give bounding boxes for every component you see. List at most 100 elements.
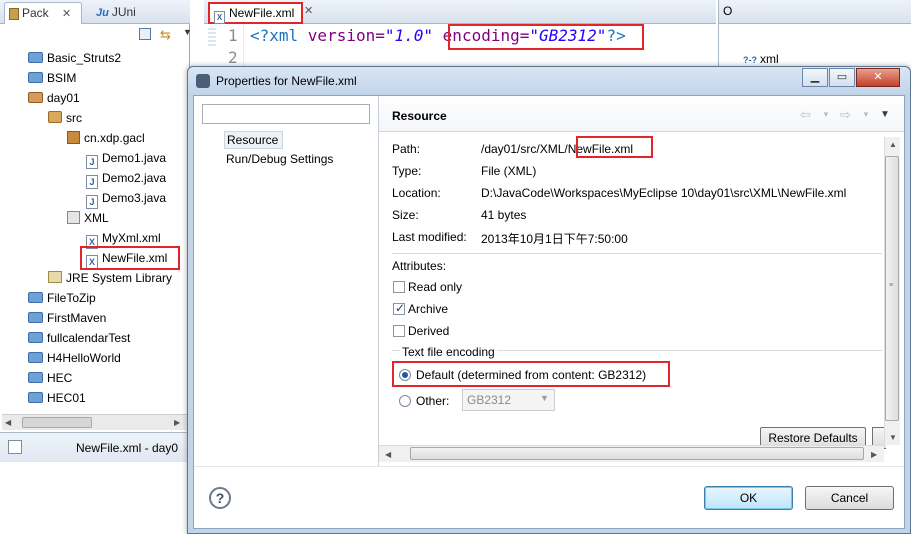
outline-view: ?-? xml <box>718 24 911 70</box>
change-ruler <box>208 28 216 48</box>
tree-item[interactable]: XML <box>67 208 109 228</box>
package-explorer-toolbar: ⇆ ▼ <box>0 24 192 46</box>
tree-item-label: FirstMaven <box>47 311 107 325</box>
archive-checkbox[interactable] <box>393 301 405 315</box>
scrollbar-thumb[interactable] <box>22 417 92 428</box>
derived-label[interactable]: Derived <box>408 324 449 338</box>
highlight-box <box>448 24 644 50</box>
tab-outline[interactable]: O <box>723 4 732 18</box>
grip-icon: ≡ <box>889 282 894 289</box>
dialog-button-bar <box>194 466 904 528</box>
type-value: File (XML) <box>481 164 537 178</box>
close-icon[interactable]: ✕ <box>304 4 313 17</box>
tree-item-label: BSIM <box>47 71 77 85</box>
tree-item[interactable]: fullcalendarTest <box>28 328 130 348</box>
link-editor-icon[interactable]: ⇆ <box>160 27 171 43</box>
tab-label: NewFile.xml <box>229 6 295 20</box>
location-value: D:\JavaCode\Workspaces\MyEclipse 10\day0… <box>481 186 847 200</box>
tree-item[interactable]: J Demo2.java <box>86 168 167 189</box>
tree-item[interactable]: FileToZip <box>28 288 96 308</box>
separator <box>392 253 882 254</box>
tree-item-label: Demo1.java <box>102 151 167 165</box>
tree-item[interactable]: J Demo1.java <box>86 148 167 169</box>
tree-item-label: src <box>66 111 82 125</box>
line-number-gutter <box>204 24 244 70</box>
package-explorer-tabs: Pack ✕ Ju JUni <box>0 0 190 24</box>
tree-item[interactable]: HEC <box>28 368 72 388</box>
attributes-label: Attributes: <box>392 259 447 273</box>
view-menu-icon[interactable]: ▼ <box>183 27 192 37</box>
other-encoding-label[interactable]: Other: <box>416 394 449 408</box>
ok-button[interactable]: OK <box>704 486 793 510</box>
page-title: Resource <box>392 109 447 123</box>
tree-item[interactable]: HEC01 <box>28 388 86 408</box>
help-icon[interactable]: ? <box>209 487 231 509</box>
read-only-label[interactable]: Read only <box>408 280 462 294</box>
tree-item[interactable]: BSIM <box>28 68 76 88</box>
xml-declaration-icon: ?-? <box>743 55 757 65</box>
view-menu-icon[interactable]: ▼ <box>880 109 890 120</box>
scroll-right-icon[interactable]: ▶ <box>871 450 877 459</box>
library-icon <box>48 271 62 283</box>
back-arrow-icon[interactable]: ⇦ <box>800 107 811 123</box>
derived-checkbox[interactable] <box>393 325 405 337</box>
minimize-button[interactable]: ▁ <box>802 68 828 87</box>
fast-view-icon[interactable] <box>8 440 22 454</box>
package-icon <box>67 131 80 144</box>
back-menu-icon[interactable]: ▼ <box>822 110 830 119</box>
forward-arrow-icon[interactable]: ⇨ <box>840 107 851 123</box>
tree-item[interactable]: JRE System Library <box>48 268 172 288</box>
java-file-icon: J <box>86 155 98 169</box>
tree-item[interactable]: day01 <box>28 88 80 108</box>
sash-divider[interactable] <box>378 96 379 466</box>
status-text: NewFile.xml - day0 <box>76 441 179 455</box>
line-number: 2 <box>228 48 238 67</box>
forward-menu-icon[interactable]: ▼ <box>862 110 870 119</box>
tab-newfile-xml[interactable]: X NewFile.xml <box>208 2 303 24</box>
scroll-down-icon[interactable]: ▼ <box>889 433 897 442</box>
nav-item-resource[interactable]: Resource <box>224 131 283 149</box>
filter-input[interactable] <box>202 104 370 124</box>
project-folder-icon <box>28 292 43 303</box>
scroll-left-icon[interactable]: ◀ <box>385 450 391 459</box>
project-folder-icon <box>28 372 43 383</box>
collapse-all-icon[interactable] <box>139 28 151 40</box>
cancel-button[interactable]: Cancel <box>805 486 894 510</box>
archive-label[interactable]: Archive <box>408 302 448 316</box>
project-folder-icon <box>28 52 43 63</box>
junit-icon: Ju <box>96 7 109 19</box>
tree-item[interactable]: X MyXml.xml <box>86 228 161 249</box>
tree-item[interactable]: Basic_Struts2 <box>28 48 121 68</box>
read-only-checkbox[interactable] <box>393 281 405 293</box>
myeclipse-icon <box>196 74 210 88</box>
close-icon[interactable]: ✕ <box>62 8 71 20</box>
scroll-up-icon[interactable]: ▲ <box>889 140 897 149</box>
other-encoding-radio[interactable] <box>399 395 411 407</box>
dialog-title: Properties for NewFile.xml <box>216 74 357 88</box>
tree-item-label: FileToZip <box>47 291 96 305</box>
tab-junit[interactable]: Ju JUni <box>96 2 152 24</box>
tree-item-label: MyXml.xml <box>102 231 161 245</box>
tree-item[interactable]: FirstMaven <box>28 308 106 328</box>
scroll-left-icon[interactable]: ◀ <box>5 418 11 427</box>
tree-item[interactable]: cn.xdp.gacl <box>67 128 145 148</box>
java-file-icon: J <box>86 175 98 189</box>
horizontal-scrollbar-thumb[interactable] <box>410 447 864 460</box>
vertical-scrollbar-thumb[interactable]: ≡ <box>885 156 899 421</box>
package-explorer-scrollbar[interactable]: ◀ ▶ <box>2 414 188 430</box>
close-button[interactable]: ✕ <box>856 68 900 87</box>
maximize-button[interactable]: ▭ <box>829 68 855 87</box>
outline-item[interactable]: ?-? xml <box>743 52 779 66</box>
tree-item-label: H4HelloWorld <box>47 351 121 365</box>
project-folder-icon <box>28 312 43 323</box>
xml-declaration-open: <?xml <box>250 26 308 45</box>
scroll-right-icon[interactable]: ▶ <box>174 418 180 427</box>
tab-package-explorer[interactable]: Pack ✕ <box>4 2 82 24</box>
tree-item[interactable]: src <box>48 108 82 128</box>
tree-item-label: XML <box>84 211 109 225</box>
tree-item[interactable]: J Demo3.java <box>86 188 166 209</box>
tree-item[interactable]: H4HelloWorld <box>28 348 121 368</box>
tree-item-label: Demo2.java <box>102 171 167 185</box>
nav-item-run-debug-settings[interactable]: Run/Debug Settings <box>226 152 333 166</box>
